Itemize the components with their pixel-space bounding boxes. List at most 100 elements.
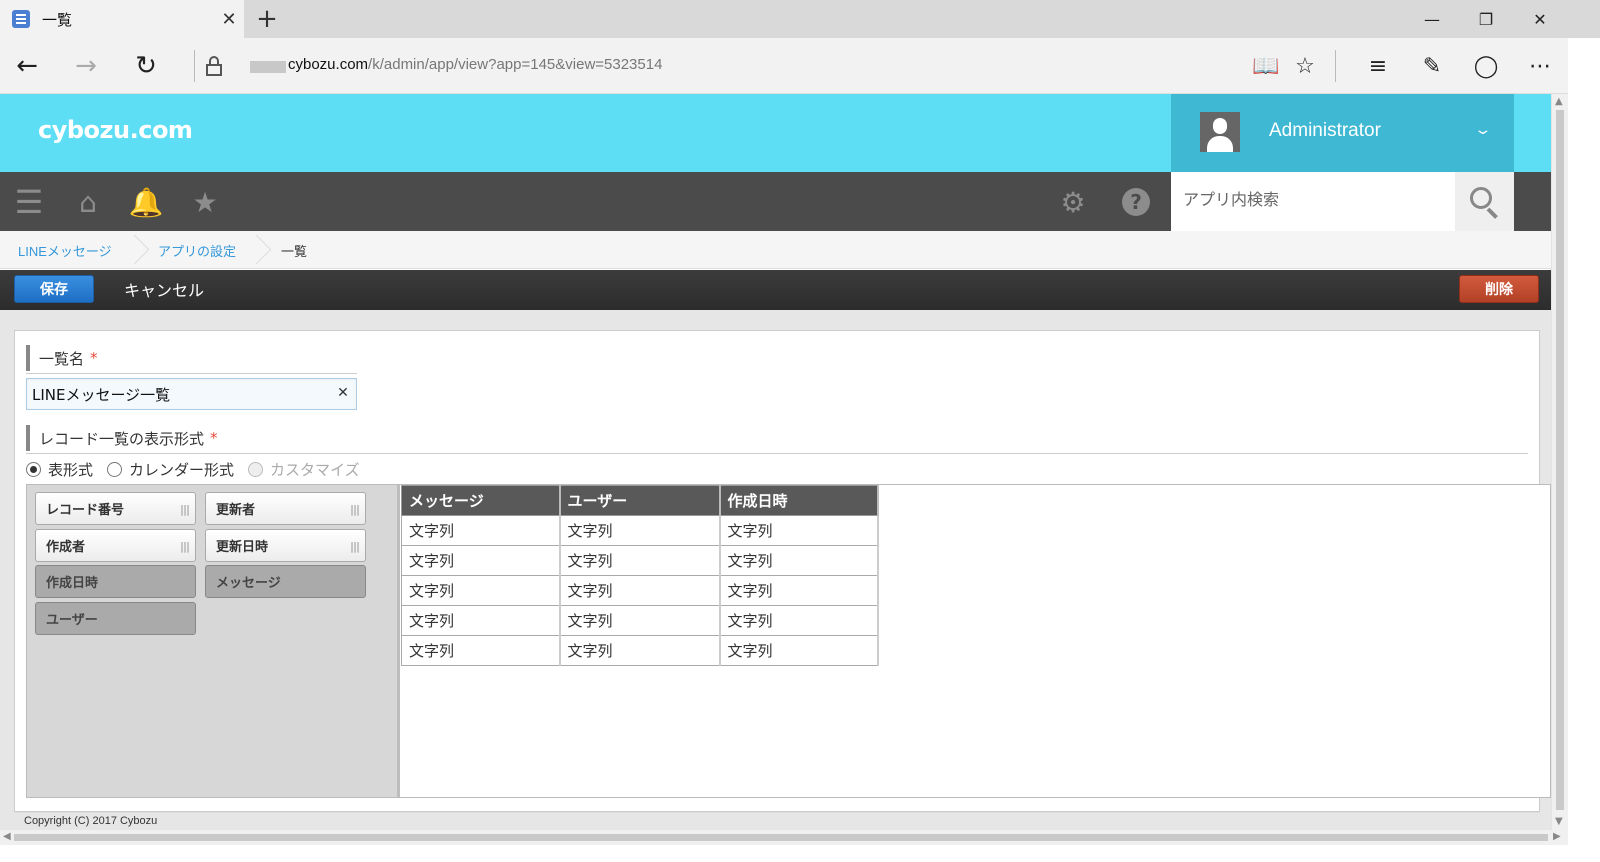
address-separator xyxy=(194,50,195,82)
user-name: Administrator xyxy=(1269,120,1381,141)
breadcrumb-separator xyxy=(252,231,266,269)
url-field[interactable]: cybozu.com/k/admin/app/view?app=145&view… xyxy=(288,56,662,73)
forward-icon[interactable]: → xyxy=(68,48,104,84)
home-icon[interactable]: ⌂ xyxy=(70,184,106,220)
logo[interactable]: cybozu.com xyxy=(38,116,193,144)
browser-tab[interactable]: 一覧 ✕ xyxy=(0,0,244,38)
search-icon xyxy=(1469,186,1500,219)
menu-icon[interactable]: ☰ xyxy=(11,183,47,221)
radio-table-format[interactable]: 表形式 xyxy=(26,459,93,480)
scroll-up-icon[interactable]: ▲ xyxy=(1555,96,1563,107)
share-icon[interactable]: ◯ xyxy=(1468,48,1504,84)
field-chip-creator[interactable]: 作成者 ||| xyxy=(35,529,196,562)
new-tab-button[interactable]: + xyxy=(252,4,282,34)
radio-icon xyxy=(107,461,123,477)
app-search xyxy=(1171,172,1455,231)
display-format-options: 表形式 カレンダー形式 カスタマイズ xyxy=(26,458,374,480)
breadcrumb-app-settings[interactable]: アプリの設定 xyxy=(158,241,236,260)
table-cell: 文字列 xyxy=(719,635,879,666)
vertical-scrollbar[interactable]: ▲ ▼ xyxy=(1551,94,1568,830)
field-chip-modifier[interactable]: 更新者 ||| xyxy=(205,492,366,525)
table-cell: 文字列 xyxy=(401,545,561,576)
column-header[interactable]: メッセージ xyxy=(401,485,561,516)
horizontal-scrollbar[interactable]: ◀ ▶ xyxy=(0,830,1568,845)
label-underline xyxy=(26,453,1528,454)
search-input[interactable] xyxy=(1171,172,1441,229)
tab-close-icon[interactable]: ✕ xyxy=(214,9,244,30)
list-preview-table: メッセージ ユーザー 作成日時 文字列 文字列 文字列 文字列 文字列 文字列 … xyxy=(401,485,879,666)
tab-title: 一覧 xyxy=(42,10,73,29)
refresh-icon[interactable]: ↻ xyxy=(128,48,164,84)
lock-icon[interactable] xyxy=(206,56,222,76)
drag-handle-icon: ||| xyxy=(349,503,360,516)
field-chip-created-datetime: 作成日時 xyxy=(35,565,196,598)
radio-checked-icon xyxy=(26,461,41,477)
table-cell: 文字列 xyxy=(559,635,721,666)
action-bar: 保存 キャンセル 削除 xyxy=(0,270,1551,310)
display-format-label: レコード一覧の表示形式 * xyxy=(26,425,218,451)
gear-icon[interactable]: ⚙ xyxy=(1055,184,1091,220)
breadcrumb-separator xyxy=(130,231,144,269)
url-redacted xyxy=(250,61,286,73)
required-mark: * xyxy=(210,429,218,447)
table-cell: 文字列 xyxy=(401,575,561,606)
view-name-input[interactable] xyxy=(27,379,327,409)
radio-calendar-format[interactable]: カレンダー形式 xyxy=(107,459,234,480)
footer-divider xyxy=(14,812,1540,813)
table-cell: 文字列 xyxy=(719,575,879,606)
radio-customize: カスタマイズ xyxy=(248,459,360,480)
app-header: cybozu.com Administrator ⌄ xyxy=(0,94,1551,172)
hub-icon[interactable]: ≡ xyxy=(1360,48,1396,84)
favorite-star-icon[interactable]: ☆ xyxy=(1287,48,1323,84)
field-chip-updated-datetime[interactable]: 更新日時 ||| xyxy=(205,529,366,562)
scroll-thumb[interactable] xyxy=(14,834,1548,841)
more-icon[interactable]: ⋯ xyxy=(1522,48,1558,84)
clear-icon[interactable]: ✕ xyxy=(333,385,353,401)
delete-button[interactable]: 削除 xyxy=(1459,275,1539,303)
toolbar-separator xyxy=(1335,50,1336,82)
help-icon[interactable]: ? xyxy=(1118,184,1154,220)
scroll-right-icon[interactable]: ▶ xyxy=(1553,831,1561,842)
search-button[interactable] xyxy=(1455,172,1514,231)
star-icon[interactable]: ★ xyxy=(187,184,223,220)
table-cell: 文字列 xyxy=(559,545,721,576)
label-underline xyxy=(26,373,357,374)
scroll-thumb[interactable] xyxy=(1556,110,1564,810)
table-row: 文字列 文字列 文字列 xyxy=(401,515,879,546)
back-icon[interactable]: ← xyxy=(9,48,45,84)
table-row: 文字列 文字列 文字列 xyxy=(401,545,879,576)
column-header[interactable]: ユーザー xyxy=(559,485,721,516)
bell-icon[interactable]: 🔔 xyxy=(128,184,164,220)
breadcrumb-app[interactable]: LINEメッセージ xyxy=(18,241,112,260)
user-menu[interactable]: Administrator ⌄ xyxy=(1171,94,1514,172)
scroll-down-icon[interactable]: ▼ xyxy=(1555,816,1563,827)
web-note-icon[interactable]: ✎ xyxy=(1414,48,1450,84)
save-button[interactable]: 保存 xyxy=(14,275,94,303)
table-row: 文字列 文字列 文字列 xyxy=(401,635,879,666)
table-cell: 文字列 xyxy=(559,575,721,606)
table-header-row: メッセージ ユーザー 作成日時 xyxy=(401,485,879,516)
window-close-icon[interactable]: ✕ xyxy=(1513,0,1567,38)
restore-icon[interactable]: ❐ xyxy=(1459,0,1513,38)
drag-handle-icon: ||| xyxy=(179,540,190,553)
table-cell: 文字列 xyxy=(559,515,721,546)
window-edge xyxy=(1568,38,1600,862)
table-cell: 文字列 xyxy=(719,515,879,546)
table-row: 文字列 文字列 文字列 xyxy=(401,605,879,636)
cancel-button[interactable]: キャンセル xyxy=(124,277,204,301)
table-row: 文字列 文字列 文字列 xyxy=(401,575,879,606)
table-cell: 文字列 xyxy=(719,605,879,636)
view-name-field: ✕ xyxy=(26,378,357,410)
table-cell: 文字列 xyxy=(719,545,879,576)
view-name-label: 一覧名 * xyxy=(26,345,98,371)
reading-view-icon[interactable]: 📖 xyxy=(1248,48,1284,84)
table-cell: 文字列 xyxy=(559,605,721,636)
minimize-icon[interactable]: — xyxy=(1405,0,1459,38)
breadcrumb-current: 一覧 xyxy=(281,244,308,259)
drag-handle-icon: ||| xyxy=(179,503,190,516)
field-chip-record-number[interactable]: レコード番号 ||| xyxy=(35,492,196,525)
scroll-left-icon[interactable]: ◀ xyxy=(3,831,11,842)
avatar xyxy=(1200,112,1240,152)
column-header[interactable]: 作成日時 xyxy=(719,485,879,516)
table-cell: 文字列 xyxy=(401,635,561,666)
